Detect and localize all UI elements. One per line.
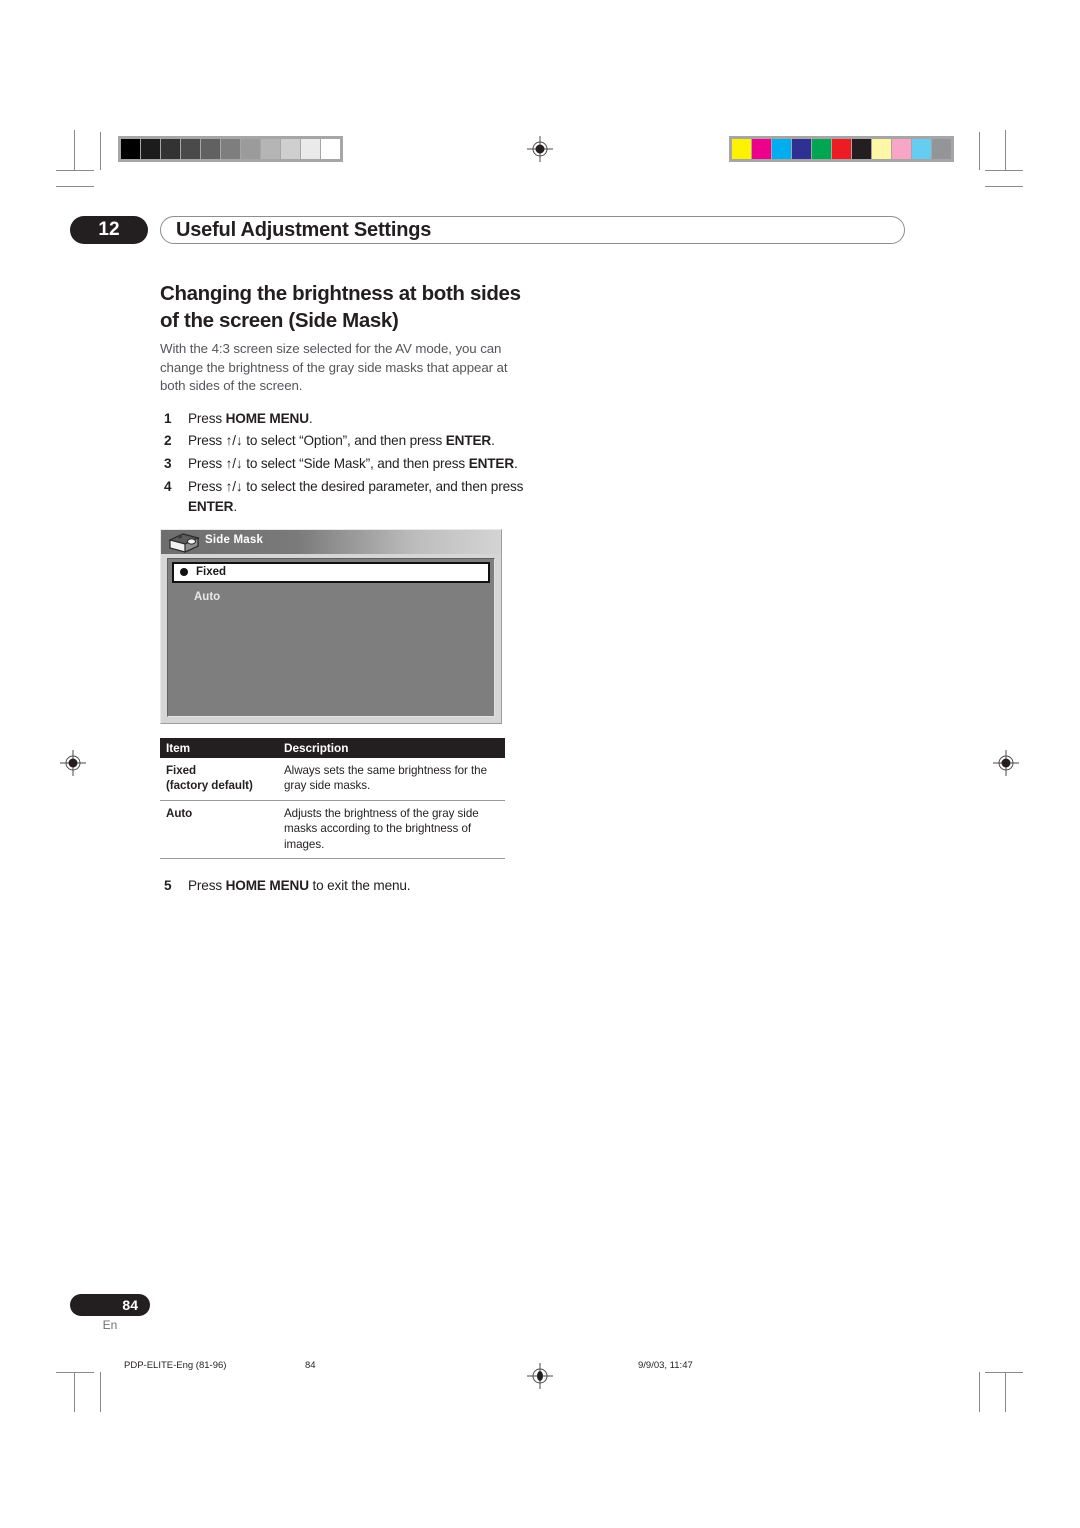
page-title: Useful Adjustment Settings (176, 219, 432, 241)
osd-title: Side Mask (205, 533, 264, 546)
procedure-step-3: 3 Press ↑/↓ to select “Side Mask”, and th… (160, 454, 530, 475)
osd-screenshot: Side Mask Fixed Auto (160, 528, 502, 724)
section-intro-paragraph: With the 4:3 screen size selected for th… (160, 341, 508, 394)
grayscale-calibration-wedge (118, 136, 343, 162)
gray-swatch-4 (201, 139, 220, 159)
color-swatch-7 (872, 139, 891, 159)
table-cell-item: Fixed (factory default) (160, 757, 278, 801)
color-swatch-4 (812, 139, 831, 159)
gray-swatch-5 (221, 139, 240, 159)
color-calibration-bar (729, 136, 954, 162)
step-number: 4 (164, 478, 172, 494)
step-number: 1 (164, 410, 172, 426)
gray-swatch-9 (301, 139, 320, 159)
parameter-description-table: Item Description Fixed (factory default) A… (160, 737, 505, 860)
color-swatch-0 (732, 139, 751, 159)
gray-swatch-0 (121, 139, 140, 159)
side-mask-projector-icon (167, 531, 201, 555)
color-swatch-3 (792, 139, 811, 159)
procedure-step-4: 4 Press ↑/↓ to select the desired paramet… (160, 477, 530, 518)
registration-mark-left-middle (60, 750, 86, 776)
procedure-step-2: 2 Press ↑/↓ to select “Option”, and then … (160, 431, 530, 452)
gray-swatch-7 (261, 139, 280, 159)
crop-mark-top-right-bleed (985, 186, 1023, 187)
registration-mark-bottom-center (527, 1363, 553, 1389)
step-text: Press ↑/↓ to select “Option”, and then p… (188, 433, 495, 449)
step-text: Press ↑/↓ to select “Side Mask”, and the… (188, 455, 518, 471)
crop-mark-top-left-outer (74, 130, 75, 170)
gray-swatch-3 (181, 139, 200, 159)
procedure-steps-list: 1 Press HOME MENU. 2 Press ↑/↓ to select “O… (160, 409, 530, 518)
table-header-row: Item Description (160, 737, 505, 758)
table-row: Fixed (factory default) Always sets the sa… (160, 757, 505, 801)
table-row: Auto Adjusts the brightness of the gray s… (160, 800, 505, 860)
step-text: Press HOME MENU to exit the menu. (188, 878, 411, 894)
crop-mark-bottom-left-outer-h (56, 1372, 94, 1373)
gray-swatch-1 (141, 139, 160, 159)
gray-swatch-6 (241, 139, 260, 159)
osd-option-auto[interactable]: Auto (172, 588, 490, 607)
section-heading: Changing the brightness at both sides of… (160, 282, 521, 332)
color-swatch-2 (772, 139, 791, 159)
osd-option-fixed-label: Fixed (196, 566, 227, 579)
color-swatch-5 (832, 139, 851, 159)
crop-mark-top-left-outer-h (56, 170, 94, 171)
step-number: 5 (164, 878, 172, 894)
table-header-item: Item (160, 737, 278, 758)
registration-mark-right-middle (993, 750, 1019, 776)
language-code: En (102, 1318, 118, 1332)
color-swatch-9 (912, 139, 931, 159)
color-swatch-8 (892, 139, 911, 159)
step-number: 3 (164, 455, 172, 471)
crop-mark-top-right-outer (1005, 130, 1006, 170)
radio-selected-icon (180, 568, 188, 577)
footer-timestamp: 9/9/03, 11:47 (638, 1360, 693, 1371)
gray-swatch-10 (321, 139, 340, 159)
osd-body: Fixed Auto (167, 557, 495, 717)
color-swatch-10 (932, 139, 951, 159)
table-header-description: Description (278, 737, 505, 758)
gray-swatch-2 (161, 139, 180, 159)
crop-mark-bottom-left-outer (74, 1372, 75, 1412)
crop-mark-top-left-trim (100, 132, 101, 170)
table-cell-description: Always sets the same brightness for the … (278, 757, 505, 801)
registration-mark-top-center (527, 136, 553, 162)
procedure-step-5: 5 Press HOME MENU to exit the menu. (160, 876, 530, 897)
color-swatch-6 (852, 139, 871, 159)
main-content-column: Changing the brightness at both sides of… (160, 280, 530, 897)
table-cell-item: Auto (160, 800, 278, 860)
crop-mark-top-right-outer-h (985, 170, 1023, 171)
crop-mark-bottom-right-outer (1005, 1372, 1006, 1412)
table-body: Fixed (factory default) Always sets the sa… (160, 757, 505, 860)
step-text: Press ↑/↓ to select the desired paramete… (188, 478, 524, 515)
crop-mark-bottom-right-trim (979, 1372, 980, 1412)
footer-file-name: PDP-ELITE-Eng (81-96) (124, 1360, 227, 1371)
osd-option-auto-label: Auto (194, 591, 221, 604)
step-number: 2 (164, 433, 172, 449)
osd-option-fixed[interactable]: Fixed (172, 561, 490, 583)
page-number-badge: 84 (70, 1294, 150, 1316)
step-text: Press HOME MENU. (188, 410, 313, 426)
crop-mark-top-left-bleed (56, 186, 94, 187)
table-cell-description: Adjusts the brightness of the gray side … (278, 800, 505, 860)
footer-page-number: 84 (305, 1360, 316, 1371)
procedure-step-1: 1 Press HOME MENU. (160, 409, 530, 430)
gray-swatch-8 (281, 139, 300, 159)
crop-mark-bottom-left-trim (100, 1372, 101, 1412)
crop-mark-bottom-right-outer-h (985, 1372, 1023, 1373)
chapter-number-badge: 12 (70, 216, 148, 244)
color-swatch-1 (752, 139, 771, 159)
crop-mark-top-right-trim (979, 132, 980, 170)
